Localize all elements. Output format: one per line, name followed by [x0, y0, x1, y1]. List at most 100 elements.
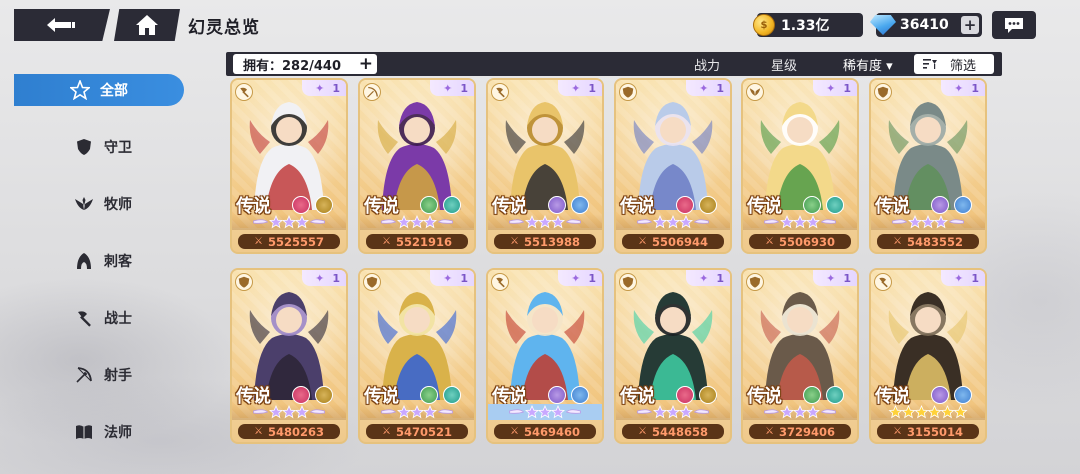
sparkle-icon: ✦ [826, 271, 836, 285]
card-power: 5513988 [523, 234, 580, 249]
star-rating [360, 404, 474, 420]
star-rating [232, 404, 346, 420]
card-level: 1 [332, 271, 340, 285]
add-gems-button[interactable]: + [961, 16, 979, 34]
star-rating [871, 404, 985, 420]
back-button[interactable] [14, 9, 110, 41]
sort-by-power[interactable]: 战力 [694, 55, 720, 74]
star-icon [268, 404, 284, 419]
star-icon [779, 214, 795, 229]
sort-by-star[interactable]: 星级 [771, 55, 797, 74]
power-bar: ⚔ 3729406 [749, 424, 851, 439]
spirit-card[interactable]: ✦ 1 传说 ⚔ 5470521 [358, 268, 476, 444]
element-icon [699, 196, 717, 214]
spirit-card[interactable]: ✦ 1 传说 ⚔ 3155014 [869, 268, 987, 444]
sparkle-icon: ✦ [826, 81, 836, 95]
sparkle-icon: ✦ [571, 81, 581, 95]
element-icon [443, 386, 461, 404]
crossed-swords-icon: ⚔ [893, 236, 902, 247]
star-icon [409, 404, 425, 419]
bow-icon [74, 365, 94, 385]
class-badge-icon [363, 83, 381, 101]
spirit-card[interactable]: ✦ 1 传说 ⚔ 5483552 [869, 78, 987, 254]
axe-icon [74, 308, 94, 328]
spirit-card[interactable]: ✦ 1 传说 ⚔ 5448658 [614, 268, 732, 444]
sparkle-icon: ✦ [954, 81, 964, 95]
star-icon [901, 404, 916, 419]
crossed-swords-icon: ⚔ [638, 426, 647, 437]
level-tag: ✦ 1 [686, 80, 730, 96]
star-icon [268, 214, 284, 229]
star-icon [537, 404, 553, 419]
power-bar: ⚔ 3155014 [877, 424, 979, 439]
power-bar: ⚔ 5513988 [494, 234, 596, 249]
spirit-card[interactable]: ✦ 1 传说 ⚔ 5506944 [614, 78, 732, 254]
chat-bubble-icon [1005, 18, 1023, 33]
spirit-card[interactable]: ✦ 1 传说 ⚔ 5521916 [358, 78, 476, 254]
class-badge-icon [235, 83, 253, 101]
level-tag: ✦ 1 [686, 270, 730, 286]
filter-button[interactable]: 筛选 [914, 54, 994, 74]
crossed-swords-icon: ⚔ [254, 236, 263, 247]
spirit-card[interactable]: ✦ 1 传说 ⚔ 5506930 [741, 78, 859, 254]
star-icon [665, 404, 681, 419]
star-icon [665, 214, 681, 229]
star-icon [409, 214, 425, 229]
power-bar: ⚔ 5506944 [622, 234, 724, 249]
element-icon [315, 386, 333, 404]
spirit-card[interactable]: ✦ 1 传说 ⚔ 5469460 [486, 268, 604, 444]
shield-icon [74, 137, 94, 157]
owned-count-label: 拥有：282/440 [243, 58, 342, 74]
back-arrow-icon [47, 18, 75, 32]
element-icon [931, 196, 949, 214]
element-icon [548, 386, 566, 404]
star-icon [920, 214, 936, 229]
star-rating [488, 404, 602, 420]
gold-coin-icon: $ [753, 14, 775, 36]
home-button[interactable] [114, 9, 180, 41]
star-icon [422, 404, 438, 419]
card-power: 5483552 [906, 234, 963, 249]
spirit-card[interactable]: ✦ 1 传说 ⚔ 5480263 [230, 268, 348, 444]
card-level: 1 [843, 271, 851, 285]
sidebar-item-assassin[interactable]: 刺客 [14, 245, 184, 277]
level-tag: ✦ 1 [558, 80, 602, 96]
gem-amount: 36410 [900, 17, 949, 33]
chat-button[interactable] [992, 11, 1036, 39]
star-icon [294, 404, 310, 419]
star-icon [396, 214, 412, 229]
element-icon [676, 386, 694, 404]
spirit-card[interactable]: ✦ 1 传说 ⚔ 5513988 [486, 78, 604, 254]
level-tag: ✦ 1 [941, 270, 985, 286]
level-tag: ✦ 1 [302, 80, 346, 96]
level-tag: ✦ 1 [941, 80, 985, 96]
spirit-card[interactable]: ✦ 1 传说 ⚔ 5525557 [230, 78, 348, 254]
element-icon [803, 196, 821, 214]
element-icon [548, 196, 566, 214]
expand-slots-button[interactable]: + [359, 55, 373, 73]
sidebar-item-warrior[interactable]: 战士 [14, 302, 184, 334]
element-icon [292, 196, 310, 214]
sidebar-item-all[interactable]: 全部 [14, 74, 184, 106]
sort-by-rarity[interactable]: 稀有度 ▾ [843, 55, 893, 74]
sidebar-item-priest[interactable]: 牧师 [14, 188, 184, 220]
card-level: 1 [460, 81, 468, 95]
element-icon [292, 386, 310, 404]
wings-icon [74, 194, 94, 214]
card-level: 1 [588, 271, 596, 285]
class-badge-icon [746, 273, 764, 291]
sidebar-item-archer[interactable]: 射手 [14, 359, 184, 391]
class-badge-icon [491, 273, 509, 291]
element-icon [826, 386, 844, 404]
sidebar-item-mage[interactable]: 法师 [14, 416, 184, 448]
card-level: 1 [843, 81, 851, 95]
sidebar-item-label: 全部 [100, 83, 128, 99]
gem-counter: 36410 + [870, 13, 982, 37]
spirit-card[interactable]: ✦ 1 传说 ⚔ 3729406 [741, 268, 859, 444]
sidebar-item-label: 法师 [104, 425, 132, 441]
class-badge-icon [491, 83, 509, 101]
card-power: 5506930 [778, 234, 835, 249]
sidebar-item-guard[interactable]: 守卫 [14, 131, 184, 163]
class-badge-icon [874, 273, 892, 291]
star-icon [550, 214, 566, 229]
